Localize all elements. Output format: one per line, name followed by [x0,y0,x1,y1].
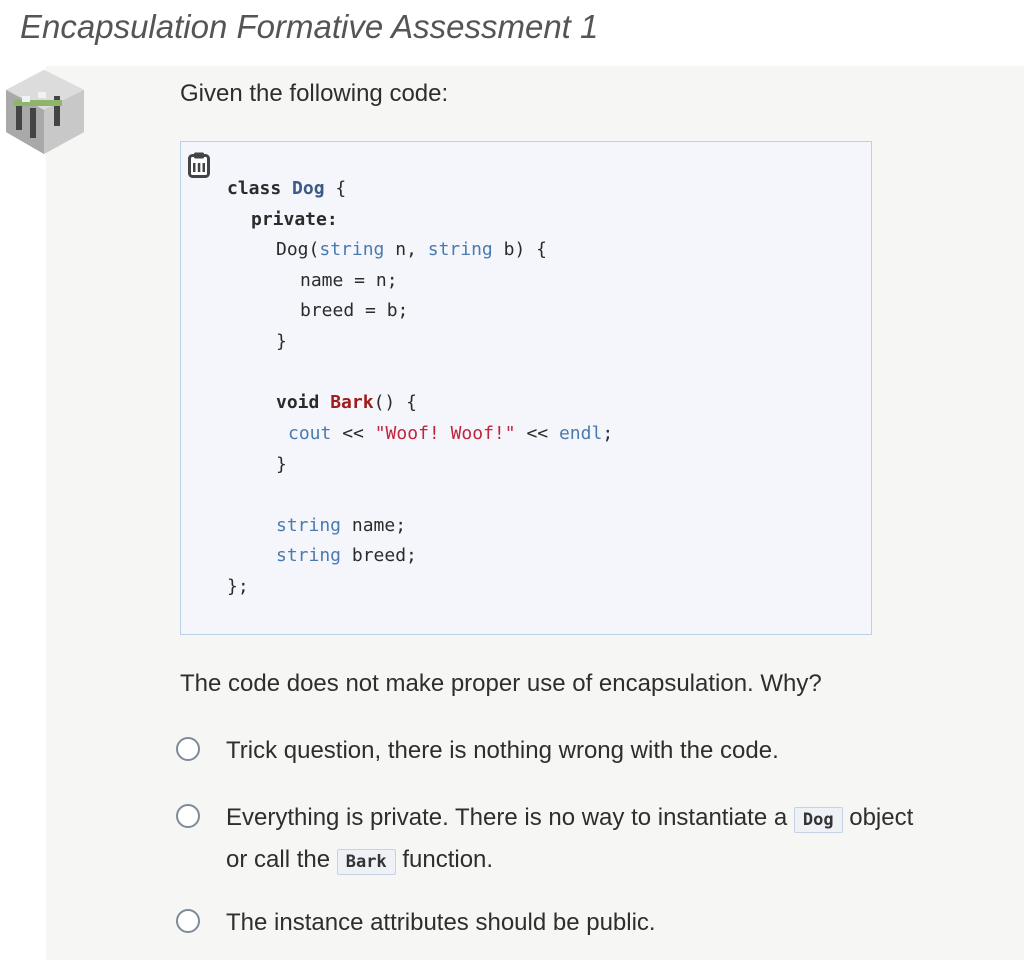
radio-unchecked-icon[interactable] [176,737,200,761]
clipboard-icon[interactable] [188,152,210,178]
code-line: } [276,454,287,475]
code-line: }; [227,576,249,597]
radio-unchecked-icon[interactable] [176,804,200,828]
code-line: name = n; [300,270,398,291]
code-line: breed = b; [300,300,409,321]
cube-thumbnail-icon [6,70,84,154]
code-block: class Dog { private: Dog(string n, strin… [180,141,872,635]
answer-option-label: Everything is private. There is no way t… [226,804,914,875]
question-prompt: Given the following code: [180,80,449,107]
code-line: private: [251,209,338,230]
question-text: The code does not make proper use of enc… [180,670,822,697]
inline-code-dog: Dog [793,807,843,833]
answer-option-label: The instance attributes should be public… [226,909,656,936]
page-title: Encapsulation Formative Assessment 1 [20,8,599,45]
inline-code-bark: Bark [336,849,396,875]
code-line: string breed; [276,545,417,566]
code-line: string name; [276,515,407,536]
answer-option-label: Trick question, there is nothing wrong w… [226,737,779,764]
radio-unchecked-icon[interactable] [176,909,200,933]
code-line: void Bark() { [276,392,417,413]
code-line: cout << "Woof! Woof!" << endl; [288,423,614,444]
code-line: Dog(string n, string b) { [276,239,547,260]
code-line: } [276,331,287,352]
code-line: class Dog { [227,178,347,199]
